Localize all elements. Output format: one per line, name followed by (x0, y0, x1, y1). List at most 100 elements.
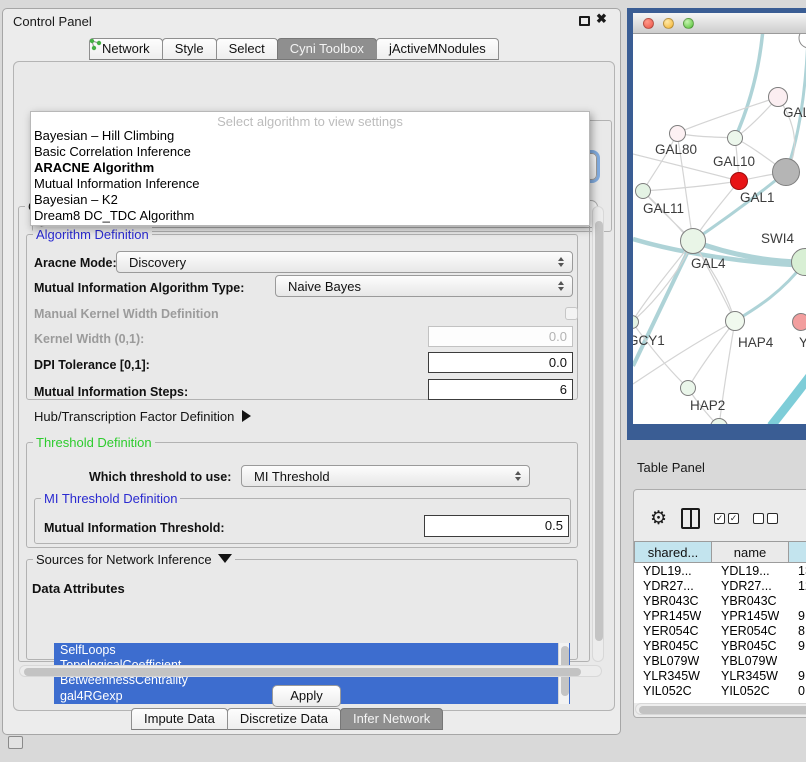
table-cell[interactable]: YBR045C (634, 639, 699, 654)
scrollbar-thumb[interactable] (595, 221, 603, 641)
tab-jactivemnodules[interactable]: jActiveMNodules (376, 38, 499, 60)
table-cell[interactable]: 12 (789, 579, 806, 594)
table-cell[interactable]: 8. (789, 624, 806, 639)
table-cell[interactable]: YER054C (634, 624, 699, 639)
node-label: GCY1 (633, 333, 665, 348)
table-cell[interactable]: YIL052C (712, 684, 770, 699)
algorithm-option[interactable]: Mutual Information Inference (31, 176, 589, 192)
tab-discretize-data[interactable]: Discretize Data (227, 708, 341, 730)
column-header-partial[interactable]: A (789, 541, 806, 563)
network-window-titlebar[interactable] (633, 13, 806, 34)
node-gal10[interactable] (727, 130, 743, 146)
expanded-arrow-icon (218, 554, 232, 563)
unchecked-checkbox-icon (753, 513, 764, 524)
node-gal1[interactable] (730, 172, 748, 190)
close-button[interactable] (643, 18, 654, 29)
sources-title: Sources for Network Inference (36, 552, 212, 567)
cyni-toolbox-panel: Select algorithm to view settings Bayesi… (13, 61, 615, 711)
checked-checkbox-icon: ✓ (714, 513, 725, 524)
scrollbar-thumb[interactable] (639, 706, 806, 714)
aracne-mode-combobox[interactable]: Discovery (116, 251, 573, 273)
table-cell[interactable]: YDR27... (634, 579, 694, 594)
table-cell[interactable]: 0. (789, 684, 806, 699)
node-label: GAL10 (713, 154, 755, 169)
table-cell[interactable]: YDL19... (634, 564, 692, 579)
table-cell[interactable]: YDL19... (712, 564, 770, 579)
node-unnamed-gray[interactable] (772, 158, 800, 186)
algorithm-option[interactable]: Bayesian – Hill Climbing (31, 128, 589, 144)
table-cell[interactable]: YDR27... (712, 579, 772, 594)
float-window-icon[interactable] (579, 16, 590, 26)
mi-steps-field[interactable]: 6 (428, 379, 573, 400)
attribute-item-selected[interactable]: SelfLoops (54, 643, 570, 658)
tab-impute-data[interactable]: Impute Data (131, 708, 228, 730)
table-cell[interactable]: YIL052C (634, 684, 692, 699)
algorithm-option-selected[interactable]: ARACNE Algorithm (31, 160, 589, 176)
table-cell[interactable]: YBL079W (712, 654, 777, 669)
node-label: HAP4 (738, 335, 773, 350)
table-cell[interactable] (789, 594, 798, 609)
column-layout-icon[interactable] (681, 508, 700, 529)
node-hap4[interactable] (725, 311, 745, 331)
restore-panel-icon[interactable] (8, 736, 23, 749)
settings-vscrollbar[interactable] (592, 206, 604, 662)
table-cell[interactable] (789, 654, 798, 669)
mi-threshold-field[interactable]: 0.5 (424, 515, 569, 537)
zoom-button[interactable] (683, 18, 694, 29)
algorithm-option[interactable]: Dream8 DC_TDC Algorithm (31, 208, 589, 224)
group-title: MI Threshold Definition (41, 491, 180, 506)
table-cell[interactable]: YPR145W (712, 609, 779, 624)
hub-transcription-expander[interactable]: Hub/Transcription Factor Definition (34, 409, 251, 424)
which-threshold-combobox[interactable]: MI Threshold (241, 465, 530, 487)
select-all-columns-icon[interactable]: ✓ ✓ (714, 513, 739, 524)
unselect-all-columns-icon[interactable] (753, 513, 778, 524)
aracne-mode-label: Aracne Mode: (34, 256, 117, 270)
network-canvas[interactable]: GAL GAL80 GAL10 GAL1 GAL11 SWI4 GAL4 GCY… (633, 34, 806, 424)
tab-infer-network[interactable]: Infer Network (340, 708, 443, 730)
kernel-width-field[interactable]: 0.0 (428, 326, 573, 347)
node-gal11[interactable] (635, 183, 651, 199)
tab-label: Select (229, 41, 265, 56)
node-label: HAP2 (690, 398, 725, 413)
table-cell[interactable]: YBR045C (712, 639, 777, 654)
tab-label: jActiveMNodules (389, 41, 486, 56)
tab-select[interactable]: Select (216, 38, 278, 60)
gear-icon[interactable]: ⚙ (650, 509, 667, 528)
algorithm-option[interactable]: Basic Correlation Inference (31, 144, 589, 160)
tab-style[interactable]: Style (162, 38, 217, 60)
node-gal80[interactable] (669, 125, 686, 142)
node-gal[interactable] (768, 87, 788, 107)
table-cell[interactable]: YBR043C (634, 594, 699, 609)
apply-button[interactable]: Apply (272, 685, 341, 707)
stepper-arrows-icon (558, 281, 564, 291)
close-icon[interactable]: ✖ (596, 11, 607, 27)
tab-label: Cyni Toolbox (290, 41, 364, 56)
unchecked-checkbox-icon (767, 513, 778, 524)
table-cell[interactable]: 13 (789, 564, 806, 579)
dpi-tolerance-field[interactable]: 0.0 (428, 352, 573, 373)
table-cell[interactable]: YPR145W (634, 609, 701, 624)
settings-hscrollbar[interactable] (19, 665, 602, 677)
node-y[interactable] (792, 313, 806, 331)
node-gal4[interactable] (680, 228, 706, 254)
table-cell[interactable]: YLR345W (712, 669, 778, 684)
table-cell[interactable]: YBR043C (712, 594, 777, 609)
manual-kernel-width-checkbox[interactable] (565, 307, 578, 320)
column-header-name[interactable]: name (712, 541, 789, 563)
table-cell[interactable]: 9. (789, 639, 806, 654)
table-cell[interactable]: 9. (789, 609, 806, 624)
minimize-button[interactable] (663, 18, 674, 29)
column-header-shared-name[interactable]: shared... (634, 541, 712, 563)
node-hap2[interactable] (680, 380, 696, 396)
table-cell[interactable]: YLR345W (634, 669, 700, 684)
mi-algorithm-type-combobox[interactable]: Naive Bayes (275, 275, 573, 297)
table-cell[interactable]: YBL079W (634, 654, 699, 669)
table-cell[interactable]: YER054C (712, 624, 777, 639)
tab-network[interactable]: Network (89, 38, 163, 60)
mi-algorithm-type-label: Mutual Information Algorithm Type: (34, 281, 244, 295)
tab-cyni-toolbox[interactable]: Cyni Toolbox (277, 38, 377, 60)
table-hscrollbar[interactable] (635, 703, 806, 715)
table-cell[interactable]: 9. (789, 669, 806, 684)
scrollbar-thumb[interactable] (24, 668, 581, 676)
algorithm-option[interactable]: Bayesian – K2 (31, 192, 589, 208)
